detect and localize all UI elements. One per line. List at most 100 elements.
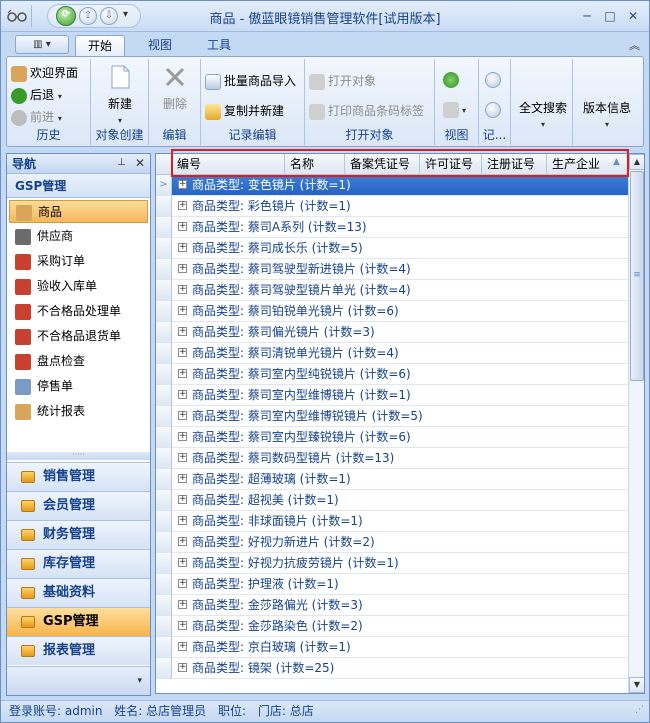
expand-icon[interactable]: + xyxy=(178,369,187,378)
collapse-ribbon-icon[interactable]: ︽ xyxy=(629,37,640,53)
new-button[interactable]: 新建 ▾ xyxy=(95,61,145,125)
minimize-button[interactable]: ─ xyxy=(576,6,598,26)
group-row[interactable]: + 商品类型: 超薄玻璃 (计数=1) xyxy=(156,469,628,490)
nav-group-button[interactable]: 会员管理 xyxy=(7,491,150,520)
nav-item[interactable]: 商品 xyxy=(9,200,148,223)
group-row[interactable]: + 商品类型: 蔡司数码型镜片 (计数=13) xyxy=(156,448,628,469)
scroll-thumb[interactable]: ≡ xyxy=(630,171,644,381)
group-row[interactable]: + 商品类型: 彩色镜片 (计数=1) xyxy=(156,196,628,217)
expand-icon[interactable]: + xyxy=(178,264,187,273)
row-indicator[interactable] xyxy=(156,259,172,280)
row-indicator[interactable] xyxy=(156,532,172,553)
group-row[interactable]: + 商品类型: 金莎路偏光 (计数=3) xyxy=(156,595,628,616)
expand-icon[interactable]: + xyxy=(178,495,187,504)
resize-grip-icon[interactable]: ⋰ xyxy=(635,705,644,715)
nav-overflow-button[interactable]: ▾ xyxy=(7,666,150,695)
delete-button[interactable]: 删除 xyxy=(153,61,197,125)
expand-icon[interactable]: + xyxy=(178,285,187,294)
row-indicator[interactable] xyxy=(156,280,172,301)
group-row[interactable]: + 商品类型: 蔡司A系列 (计数=13) xyxy=(156,217,628,238)
group-row[interactable]: > + 商品类型: 变色镜片 (计数=1) xyxy=(156,175,628,196)
group-row[interactable]: + 商品类型: 蔡司驾驶型新进镜片 (计数=4) xyxy=(156,259,628,280)
next-record-button[interactable] xyxy=(485,99,504,119)
fulltext-search-button[interactable]: 全文搜索 ▾ xyxy=(515,99,571,129)
row-indicator[interactable] xyxy=(156,511,172,532)
row-indicator[interactable] xyxy=(156,658,172,679)
expand-icon[interactable]: + xyxy=(178,621,187,630)
group-row[interactable]: + 商品类型: 好视力新进片 (计数=2) xyxy=(156,532,628,553)
expand-icon[interactable]: + xyxy=(178,516,187,525)
column-header-filing-no[interactable]: 备案凭证号 xyxy=(345,154,420,175)
row-indicator[interactable] xyxy=(156,595,172,616)
nav-group-button[interactable]: GSP管理 xyxy=(7,607,150,636)
row-indicator[interactable] xyxy=(156,385,172,406)
row-indicator[interactable] xyxy=(156,448,172,469)
row-indicator[interactable] xyxy=(156,553,172,574)
tab-view[interactable]: 视图 xyxy=(136,35,184,56)
column-header-registration-no[interactable]: 注册证号 xyxy=(482,154,547,175)
group-row[interactable]: + 商品类型: 蔡司室内型维博锐镜片 (计数=5) xyxy=(156,406,628,427)
expand-icon[interactable]: + xyxy=(178,432,187,441)
nav-item[interactable]: 供应商 xyxy=(9,225,148,248)
nav-group-button[interactable]: 报表管理 xyxy=(7,636,150,665)
expand-icon[interactable]: + xyxy=(178,663,187,672)
group-row[interactable]: + 商品类型: 超视美 (计数=1) xyxy=(156,490,628,511)
expand-icon[interactable]: + xyxy=(178,348,187,357)
group-row[interactable]: + 商品类型: 镜架 (计数=25) xyxy=(156,658,628,679)
print-barcode-button[interactable]: 打印商品条码标签 xyxy=(309,101,424,121)
nav-item[interactable]: 验收入库单 xyxy=(9,275,148,298)
nav-item[interactable]: 停售单 xyxy=(9,375,148,398)
nav-item[interactable]: 统计报表 xyxy=(9,400,148,423)
expand-icon[interactable]: + xyxy=(178,558,187,567)
expand-icon[interactable]: + xyxy=(178,327,187,336)
row-indicator[interactable] xyxy=(156,238,172,259)
close-button[interactable]: ✕ xyxy=(622,6,644,26)
open-object-button[interactable]: 打开对象 xyxy=(309,71,376,91)
column-header-id[interactable]: 编号 xyxy=(172,154,285,175)
vertical-scrollbar[interactable]: ▲ ≡ ▼ xyxy=(628,154,644,693)
prev-record-button[interactable] xyxy=(485,69,504,89)
pin-icon[interactable]: ⊥ xyxy=(117,157,126,168)
expand-icon[interactable]: + xyxy=(178,600,187,609)
row-indicator[interactable] xyxy=(156,196,172,217)
scroll-up-icon[interactable]: ▲ xyxy=(629,154,644,170)
expand-icon[interactable]: + xyxy=(178,537,187,546)
version-info-button[interactable]: 版本信息 ▾ xyxy=(577,99,637,129)
group-row[interactable]: + 商品类型: 护理液 (计数=1) xyxy=(156,574,628,595)
group-row[interactable]: + 商品类型: 蔡司成长乐 (计数=5) xyxy=(156,238,628,259)
column-header-license-no[interactable]: 许可证号 xyxy=(420,154,482,175)
nav-group-button[interactable]: 销售管理 xyxy=(7,462,150,491)
group-row[interactable]: + 商品类型: 金莎路染色 (计数=2) xyxy=(156,616,628,637)
welcome-button[interactable]: 欢迎界面 xyxy=(11,63,78,83)
group-row[interactable]: + 商品类型: 蔡司驾驶型镜片单光 (计数=4) xyxy=(156,280,628,301)
expand-icon[interactable]: + xyxy=(178,474,187,483)
nav-item[interactable]: 盘点检查 xyxy=(9,350,148,373)
group-row[interactable]: + 商品类型: 蔡司清锐单光镜片 (计数=4) xyxy=(156,343,628,364)
expand-icon[interactable]: + xyxy=(178,411,187,420)
expand-icon[interactable]: + xyxy=(178,243,187,252)
row-indicator[interactable] xyxy=(156,343,172,364)
row-indicator[interactable] xyxy=(156,364,172,385)
refresh-button[interactable] xyxy=(443,69,462,89)
row-indicator[interactable] xyxy=(156,490,172,511)
group-row[interactable]: + 商品类型: 蔡司室内型维博镜片 (计数=1) xyxy=(156,385,628,406)
view-dropdown-button[interactable]: ▾ xyxy=(443,99,466,119)
row-indicator[interactable] xyxy=(156,469,172,490)
group-row[interactable]: + 商品类型: 蔡司室内型臻锐镜片 (计数=6) xyxy=(156,427,628,448)
forward-button[interactable]: 前进 ▾ xyxy=(11,107,62,127)
copy-new-button[interactable]: 复制并新建 xyxy=(205,101,284,121)
nav-item[interactable]: 不合格品处理单 xyxy=(9,300,148,323)
row-indicator[interactable] xyxy=(156,406,172,427)
expand-icon[interactable]: + xyxy=(178,390,187,399)
group-row[interactable]: + 商品类型: 京白玻璃 (计数=1) xyxy=(156,637,628,658)
group-row[interactable]: + 商品类型: 蔡司偏光镜片 (计数=3) xyxy=(156,322,628,343)
expand-icon[interactable]: + xyxy=(178,453,187,462)
expand-icon[interactable]: + xyxy=(178,180,187,189)
group-row[interactable]: + 商品类型: 蔡司铂锐单光镜片 (计数=6) xyxy=(156,301,628,322)
row-indicator[interactable] xyxy=(156,574,172,595)
nav-splitter[interactable]: ····· xyxy=(7,451,150,460)
nav-item[interactable]: 不合格品退货单 xyxy=(9,325,148,348)
row-indicator[interactable] xyxy=(156,616,172,637)
expand-icon[interactable]: + xyxy=(178,222,187,231)
expand-icon[interactable]: + xyxy=(178,642,187,651)
